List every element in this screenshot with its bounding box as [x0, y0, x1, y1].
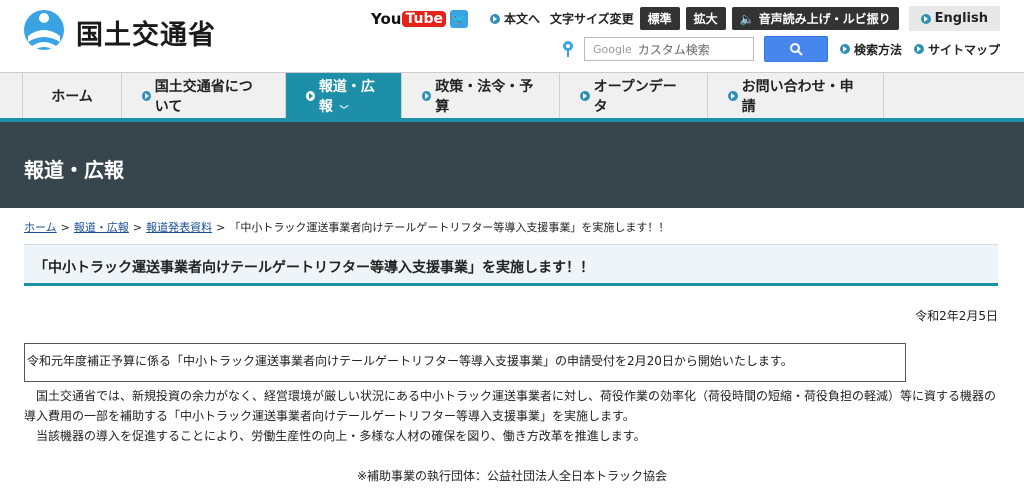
sitemap-link[interactable]: サイトマップ	[913, 41, 1000, 58]
nav-item-about[interactable]: 国土交通省について	[122, 73, 286, 119]
youtube-icon-tube: Tube	[402, 10, 446, 27]
search-button[interactable]	[763, 36, 828, 62]
nav-item-home[interactable]: ホーム	[22, 73, 122, 119]
site-header: 国土交通省 You Tube 🐦 本文へ 文字サイズ変更 標準 拡大 🔈 音声読…	[0, 0, 1024, 72]
arrow-circle-icon	[920, 13, 931, 24]
breadcrumb-separator: >	[216, 221, 226, 234]
nav-item-label: お問い合わせ・申請	[741, 79, 854, 115]
speech-button[interactable]: 🔈 音声読み上げ・ルビ振り	[731, 7, 899, 30]
youtube-icon-you: You	[371, 9, 402, 28]
breadcrumb-press[interactable]: 報道・広報	[74, 221, 129, 234]
chevron-down-icon: ﹀	[339, 106, 349, 116]
nav-item-label: 政策・法令・予算	[435, 79, 534, 115]
arrow-circle-icon	[489, 13, 500, 24]
font-size-label: 文字サイズ変更	[549, 12, 634, 26]
nav-item-policy[interactable]: 政策・法令・予算	[402, 73, 560, 119]
breadcrumb-current: 「中小トラック運送事業者向けテールゲートリフター等導入支援事業」を実施します！！	[229, 221, 670, 234]
nav-item-label: 国土交通省について	[154, 79, 253, 115]
english-label: English	[934, 11, 988, 26]
breadcrumb-home[interactable]: ホーム	[24, 221, 57, 234]
speech-button-label: 音声読み上げ・ルビ振り	[758, 12, 891, 26]
arrow-circle-icon	[422, 91, 432, 101]
global-nav: ホーム 国土交通省について 報道・広報 ﹀ 政策・法令・予算 オープンデータ お…	[0, 72, 1024, 119]
section-banner: 報道・広報	[0, 118, 1024, 208]
breadcrumb: ホーム > 報道・広報 > 報道発表資料 > 「中小トラック運送事業者向けテールゲートリフタ…	[24, 219, 669, 235]
arrow-circle-icon	[728, 91, 738, 101]
search-placeholder: カスタム検索	[637, 42, 710, 57]
arrow-circle-icon	[142, 91, 151, 101]
youtube-link[interactable]: You Tube 🐦	[371, 9, 468, 28]
twitter-icon[interactable]: 🐦	[449, 9, 468, 28]
english-link[interactable]: English	[908, 6, 1000, 31]
body-paragraph: 当該機器の導入を促進することにより、労働生産性の向上・多様な人材の確保を図り、働…	[24, 429, 646, 443]
font-large-button[interactable]: 拡大	[685, 7, 726, 30]
search-method-label: 検索方法	[853, 42, 902, 57]
mlit-logo-icon	[24, 10, 64, 50]
google-label: Google	[592, 42, 632, 56]
arrow-circle-icon	[913, 44, 924, 54]
skip-to-content-link[interactable]: 本文へ	[489, 10, 540, 27]
arrow-circle-icon	[306, 91, 315, 101]
nav-item-press[interactable]: 報道・広報 ﹀	[286, 73, 402, 119]
footnote: ※補助事業の執行団体：公益社団法人全日本トラック協会	[356, 469, 668, 483]
article-title: 「中小トラック運送事業者向けテールゲートリフター等導入支援事業」を実施します！！	[34, 260, 594, 276]
skip-to-content-label: 本文へ	[503, 12, 540, 26]
article-date: 令和2年2月5日	[915, 309, 998, 323]
notice-box: 令和元年度補正予算に係る「中小トラック運送事業者向けテールゲートリフター等導入支…	[24, 343, 906, 382]
logo-text: 国土交通省	[76, 19, 216, 51]
utility-bar: You Tube 🐦 本文へ 文字サイズ変更 標準 拡大 🔈 音声読み上げ・ルビ…	[371, 6, 1000, 31]
search-bar: Google カスタム検索 検索方法 サイトマップ	[562, 36, 1000, 62]
arrow-circle-icon	[839, 44, 850, 54]
search-method-link[interactable]: 検索方法	[839, 41, 902, 58]
nav-item-label: オープンデータ	[593, 79, 677, 115]
sitemap-label: サイトマップ	[927, 42, 1000, 57]
breadcrumb-separator: >	[132, 221, 143, 234]
search-icon	[789, 43, 803, 56]
speaker-icon: 🔈	[739, 11, 755, 26]
location-pin-icon	[562, 41, 573, 57]
article-title-box: 「中小トラック運送事業者向けテールゲートリフター等導入支援事業」を実施します！！	[24, 244, 998, 286]
search-input[interactable]: Google カスタム検索	[583, 37, 754, 61]
breadcrumb-releases[interactable]: 報道発表資料	[146, 221, 212, 234]
nav-item-opendata[interactable]: オープンデータ	[560, 73, 708, 119]
section-title: 報道・広報	[24, 158, 124, 182]
nav-item-label: ホーム	[51, 89, 93, 105]
nav-item-contact[interactable]: お問い合わせ・申請	[708, 73, 884, 119]
body-paragraph: 導入費用の一部を補助する「中小トラック運送事業者向けテールゲートリフター等導入支…	[24, 409, 635, 423]
nav-item-label: 報道・広報	[318, 79, 375, 115]
body-paragraph: 国土交通省では、新規投資の余力がなく、経営環境が厳しい状況にある中小トラック運送…	[24, 389, 997, 403]
article-body: 国土交通省では、新規投資の余力がなく、経営環境が厳しい状況にある中小トラック運送…	[24, 386, 1004, 446]
breadcrumb-separator: >	[60, 221, 70, 234]
site-logo[interactable]: 国土交通省	[22, 6, 216, 58]
font-standard-button[interactable]: 標準	[639, 7, 680, 30]
arrow-circle-icon	[580, 91, 590, 101]
